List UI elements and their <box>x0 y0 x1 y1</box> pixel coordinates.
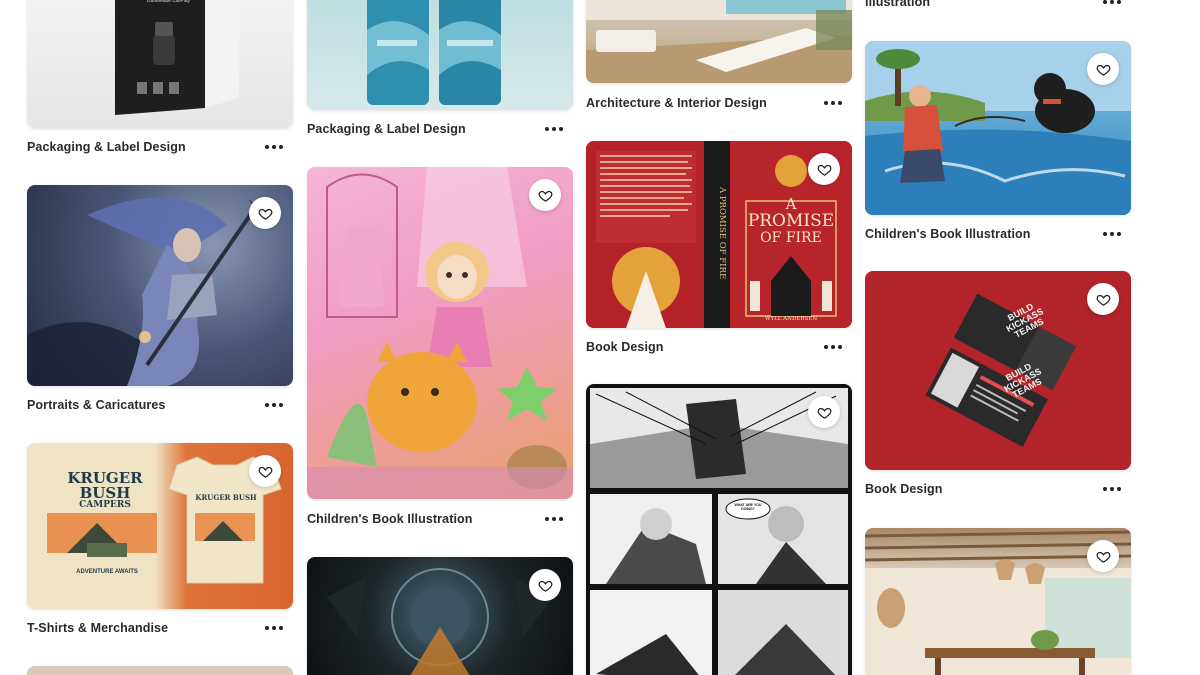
card-caption: Book Design <box>586 337 852 357</box>
card-image[interactable]: A PROMISE OF FIRE A PROMISE OF FIRE WYLL… <box>586 141 852 328</box>
gallery-card[interactable] <box>865 528 1131 675</box>
card-caption: Illustration <box>865 0 1131 12</box>
heart-icon <box>1096 294 1110 306</box>
card-category-label[interactable]: Portraits & Caricatures <box>27 398 165 412</box>
packaging-box-artwork: Duoelease CarPlay <box>115 0 239 115</box>
gallery-card[interactable]: Duoelease CarPlay Packaging & Label Desi… <box>27 0 293 165</box>
gallery-card[interactable] <box>27 666 293 675</box>
card-caption: T-Shirts & Merchandise <box>27 618 293 638</box>
card-caption: Children's Book Illustration <box>865 224 1131 244</box>
heart-icon <box>817 407 831 419</box>
card-image[interactable] <box>307 0 573 110</box>
card-image[interactable]: WHAT ARE YOU DOING? <box>586 384 852 675</box>
card-caption: Portraits & Caricatures <box>27 395 293 415</box>
card-caption: Packaging & Label Design <box>27 137 293 157</box>
card-image[interactable] <box>586 0 852 83</box>
card-category-label[interactable]: Architecture & Interior Design <box>586 96 767 110</box>
card-category-label[interactable]: Packaging & Label Design <box>307 122 466 136</box>
card-category-label[interactable]: Children's Book Illustration <box>865 227 1031 241</box>
favorite-button[interactable] <box>1087 283 1119 315</box>
book-author: WYLL ANDERSEN <box>764 316 818 322</box>
card-image[interactable] <box>865 41 1131 215</box>
more-options-icon[interactable] <box>259 622 293 634</box>
tshirt-tagline: ADVENTURE AWAITS <box>76 569 138 575</box>
more-options-icon[interactable] <box>1097 483 1131 495</box>
favorite-button[interactable] <box>808 153 840 185</box>
gallery-card[interactable]: Children's Book Illustration <box>865 41 1131 245</box>
tshirt-brand-title: KRUGER BUSH <box>67 469 143 502</box>
favorite-button[interactable] <box>529 179 561 211</box>
heart-icon <box>1096 551 1110 563</box>
gallery-card[interactable]: A PROMISE OF FIRE A PROMISE OF FIRE WYLL… <box>586 141 852 358</box>
card-caption: Packaging & Label Design <box>307 119 573 139</box>
svg-text:Duoelease CarPlay: Duoelease CarPlay <box>147 0 191 4</box>
favorite-button[interactable] <box>808 396 840 428</box>
more-options-icon[interactable] <box>1097 0 1131 8</box>
card-image[interactable] <box>27 185 293 386</box>
gallery-card[interactable]: Architecture & Interior Design <box>586 0 852 133</box>
card-image[interactable] <box>307 557 573 675</box>
card-category-label[interactable]: Children's Book Illustration <box>307 512 473 526</box>
card-category-label[interactable]: T-Shirts & Merchandise <box>27 621 168 635</box>
favorite-button[interactable] <box>529 569 561 601</box>
book-title-line-2: PROMISE <box>747 210 835 231</box>
card-caption: Architecture & Interior Design <box>586 93 852 113</box>
gallery-card[interactable] <box>307 557 573 675</box>
gallery-card[interactable]: KRUGER BUSH CAMPERS ADVENTURE AWAITS KRU… <box>27 443 293 639</box>
gallery-card[interactable]: Packaging & Label Design <box>307 0 573 147</box>
gallery-card[interactable]: BUILD KICKASS TEAMS BUILD KICKASS TEAMS … <box>865 271 1131 501</box>
book-title-line-3: OF FIRE <box>760 229 822 246</box>
heart-icon <box>258 208 272 220</box>
card-category-label[interactable]: Packaging & Label Design <box>27 140 186 154</box>
more-options-icon[interactable] <box>1097 228 1131 240</box>
card-image[interactable] <box>307 167 573 499</box>
tshirt-brand-sub: CAMPERS <box>79 500 131 510</box>
gallery-card[interactable]: WHAT ARE YOU DOING? <box>586 384 852 675</box>
card-category-label[interactable]: Book Design <box>865 482 943 496</box>
card-caption: Book Design <box>865 479 1131 499</box>
card-image[interactable]: Duoelease CarPlay <box>27 0 293 128</box>
card-image[interactable]: BUILD KICKASS TEAMS BUILD KICKASS TEAMS <box>865 271 1131 470</box>
card-image[interactable] <box>27 666 293 675</box>
card-caption: Children's Book Illustration <box>307 509 573 529</box>
more-options-icon[interactable] <box>259 141 293 153</box>
favorite-button[interactable] <box>1087 53 1119 85</box>
heart-icon <box>258 466 272 478</box>
book-cover-title: A PROMISE OF FIRE <box>734 196 848 246</box>
heart-icon <box>817 164 831 176</box>
comic-speech-bubble: WHAT ARE YOU DOING? <box>734 503 762 511</box>
favorite-button[interactable] <box>249 197 281 229</box>
card-image[interactable]: KRUGER BUSH CAMPERS ADVENTURE AWAITS KRU… <box>27 443 293 609</box>
tshirt-print-text: KRUGER BUSH CAMPERS <box>45 471 165 510</box>
heart-icon <box>538 190 552 202</box>
more-options-icon[interactable] <box>259 399 293 411</box>
more-options-icon[interactable] <box>539 513 573 525</box>
gallery-card[interactable]: Children's Book Illustration <box>307 167 573 530</box>
kids-room-artwork <box>307 167 573 499</box>
cans-artwork <box>367 0 501 105</box>
tshirt-chest-text: KRUGER BUSH <box>195 493 257 502</box>
more-options-icon[interactable] <box>818 97 852 109</box>
architecture-artwork <box>586 0 852 83</box>
comic-page-artwork <box>590 388 848 675</box>
gallery-card[interactable]: Illustration <box>865 0 1131 12</box>
more-options-icon[interactable] <box>818 341 852 353</box>
card-category-label[interactable]: Illustration <box>865 0 930 9</box>
card-category-label[interactable]: Book Design <box>586 340 664 354</box>
heart-icon <box>538 580 552 592</box>
more-options-icon[interactable] <box>539 123 573 135</box>
heart-icon <box>1096 64 1110 76</box>
card-image[interactable] <box>865 528 1131 675</box>
gallery-card[interactable]: Portraits & Caricatures <box>27 185 293 417</box>
favorite-button[interactable] <box>1087 540 1119 572</box>
book-spine-title: A PROMISE OF FIRE <box>717 186 727 280</box>
favorite-button[interactable] <box>249 455 281 487</box>
